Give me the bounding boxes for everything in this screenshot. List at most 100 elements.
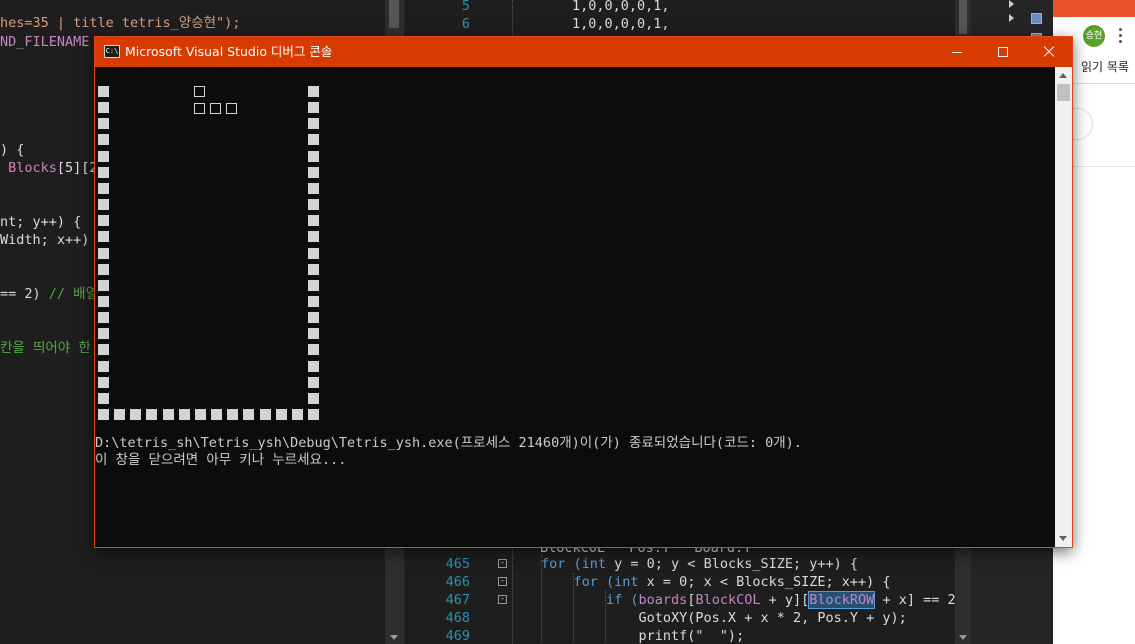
code-line: 466 - for (int x = 0; x < Blocks_SIZE; x+… <box>404 573 970 591</box>
right-wall-block <box>307 102 319 114</box>
console-output-area[interactable]: D:\tetris_sh\Tetris_ysh\Debug\Tetris_ysh… <box>95 67 1055 547</box>
browser-tab-bar <box>1053 0 1135 17</box>
code-line: ND_FILENAME <box>0 33 89 51</box>
fold-toggle-icon[interactable]: - <box>498 595 507 604</box>
left-wall-block <box>98 344 109 356</box>
right-scroll-thumb[interactable] <box>959 0 967 34</box>
code-line: 6 1,0,0,0,0,1, <box>404 15 970 33</box>
left-wall-block <box>98 312 109 324</box>
right-wall-block <box>307 392 319 404</box>
left-wall-block <box>98 182 109 194</box>
code-token: ND_FILENAME <box>0 34 90 50</box>
reading-list-label[interactable]: 읽기 목록 <box>1081 58 1129 75</box>
floor-block <box>178 409 190 420</box>
right-wall-block <box>307 279 319 291</box>
fold-toggle-icon[interactable]: - <box>498 577 507 586</box>
code-token: GotoXY(Pos.X + x * 2, Pos.Y + y); <box>541 610 907 626</box>
right-wall-block <box>307 344 319 356</box>
code-line: Width; x++) <box>0 231 89 249</box>
indent-guide <box>573 573 574 644</box>
code-line: 5 1,0,0,0,0,1, <box>404 0 970 15</box>
code-line: 469 printf(" "); <box>404 627 970 644</box>
code-token: x = 0; x < Blocks_SIZE; x++) { <box>638 574 891 590</box>
right-wall-block <box>307 215 319 227</box>
code-line: 칸을 띄어야 한 <box>0 339 91 357</box>
floor-block <box>98 409 109 420</box>
right-wall-block <box>307 86 319 97</box>
floor-block <box>243 409 255 420</box>
left-wall-block <box>98 118 109 130</box>
falling-piece-block <box>225 102 237 114</box>
scroll-down-arrow-icon[interactable] <box>1059 536 1067 541</box>
code-token: 1,0,0,0,0,1, <box>572 0 670 14</box>
left-wall-block <box>98 247 109 259</box>
close-button[interactable] <box>1026 37 1072 67</box>
code-line: == 2) // 배열 <box>0 285 98 303</box>
divider <box>1073 166 1135 167</box>
left-wall-block <box>98 295 109 307</box>
right-wall-block <box>307 360 319 372</box>
line-number: 6 <box>461 16 470 32</box>
left-wall-block <box>98 86 109 97</box>
code-token: for ( <box>541 574 615 590</box>
floor-block <box>130 409 142 420</box>
left-scroll-thumb[interactable] <box>389 0 399 28</box>
code-line: Blocks[5][2 <box>0 159 97 177</box>
more-menu-icon[interactable] <box>1119 28 1123 44</box>
right-wall-block <box>307 312 319 324</box>
console-press-key-message: 이 창을 닫으려면 아무 키나 누르세요... <box>95 452 347 468</box>
expand-arrow-icon[interactable] <box>1009 14 1014 22</box>
right-wall-block <box>307 199 319 211</box>
floor-block <box>307 409 319 420</box>
right-wall-block <box>307 263 319 275</box>
left-wall-block <box>98 231 109 243</box>
indent-guide <box>541 555 542 644</box>
code-line: nt; y++) { <box>0 213 81 231</box>
floor-block <box>146 409 158 420</box>
code-token: printf(" "); <box>541 628 745 644</box>
floor-block <box>227 409 239 420</box>
code-token: nt; y++) { <box>0 214 82 230</box>
code-token: + x] == 2) <box>874 592 964 608</box>
maximize-button[interactable] <box>980 37 1026 67</box>
falling-piece-block <box>209 102 221 114</box>
code-token: BlockROW <box>808 591 876 609</box>
right-wall-block <box>307 134 319 146</box>
file-icon[interactable] <box>1031 13 1042 24</box>
right-wall-block <box>307 328 319 340</box>
right-wall-block <box>307 182 319 194</box>
scroll-down-arrow-icon[interactable] <box>959 635 967 640</box>
floor-block <box>291 409 303 420</box>
scroll-up-arrow-icon[interactable] <box>1059 73 1067 78</box>
left-wall-block <box>98 392 109 404</box>
left-wall-block <box>98 376 109 388</box>
maximize-icon <box>998 47 1008 57</box>
floor-block <box>194 409 206 420</box>
left-wall-block <box>98 166 109 178</box>
console-scroll-thumb[interactable] <box>1057 84 1070 101</box>
minimize-icon <box>952 52 962 53</box>
scroll-down-arrow-icon[interactable] <box>390 635 398 640</box>
code-token: Blocks <box>0 160 57 176</box>
right-wall-block <box>307 166 319 178</box>
window-titlebar[interactable]: C:\ Microsoft Visual Studio 디버그 콘솔 <box>95 37 1072 67</box>
right-wall-block <box>307 231 319 243</box>
minimize-button[interactable] <box>934 37 980 67</box>
expand-arrow-icon[interactable] <box>1009 0 1014 8</box>
left-wall-block <box>98 215 109 227</box>
code-text: for (int y = 0; y < Blocks_SIZE; y++) { <box>541 555 858 573</box>
code-token: ) { <box>0 142 25 158</box>
left-wall-block <box>98 134 109 146</box>
console-scrollbar[interactable] <box>1055 67 1072 547</box>
code-token: == 2) <box>0 286 49 302</box>
profile-avatar[interactable]: 승현 <box>1083 25 1105 47</box>
floor-block <box>162 409 174 420</box>
line-number: 5 <box>461 0 470 14</box>
debug-console-window[interactable]: C:\ Microsoft Visual Studio 디버그 콘솔 D:\te… <box>94 36 1073 548</box>
code-line: 468 GotoXY(Pos.X + x * 2, Pos.Y + y); <box>404 609 970 627</box>
code-token: 1,0,0,0,0,1, <box>572 16 670 32</box>
fold-toggle-icon[interactable]: - <box>498 559 507 568</box>
left-wall-block <box>98 150 109 162</box>
line-number: 469 <box>445 628 470 644</box>
floor-block <box>259 409 271 420</box>
